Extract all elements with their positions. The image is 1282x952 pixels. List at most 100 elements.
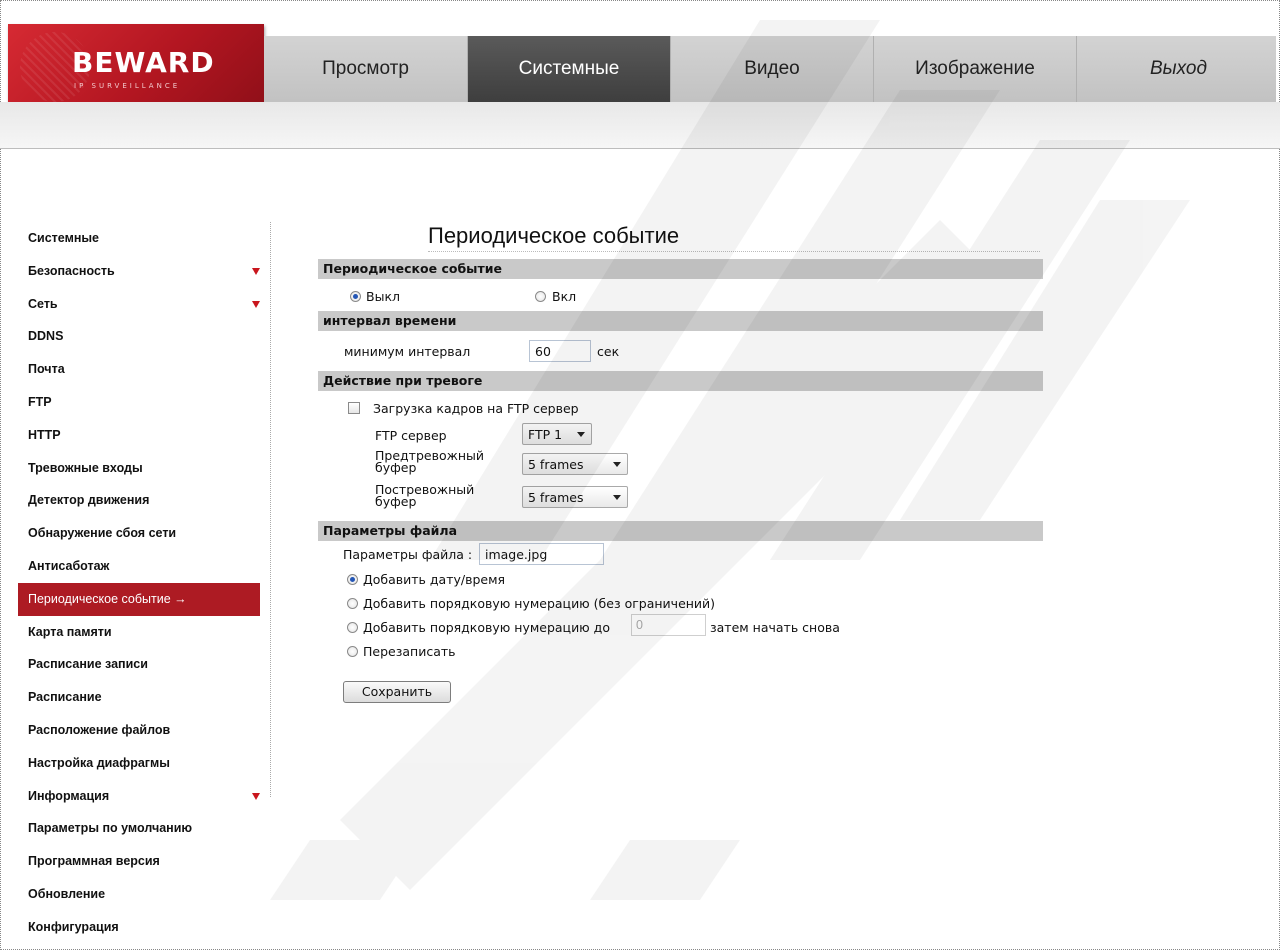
sidebar-item-label: Карта памяти bbox=[28, 624, 112, 639]
sidebar-item-label: Настройка диафрагмы bbox=[28, 755, 170, 770]
pre-buffer-select[interactable]: 5 frames bbox=[522, 453, 628, 475]
post-buffer-label-line-2: буфер bbox=[375, 494, 417, 509]
interval-label: минимум интервал bbox=[344, 344, 471, 359]
ftp-upload-checkbox[interactable] bbox=[348, 402, 360, 414]
sidebar-item-security[interactable]: Безопасность bbox=[18, 255, 270, 288]
radio-overwrite[interactable] bbox=[347, 646, 358, 657]
radio-seq-unlimited-label: Добавить порядковую нумерацию (без огран… bbox=[363, 596, 716, 611]
chevron-down-icon bbox=[613, 495, 621, 500]
sidebar-item-memory-card[interactable]: Карта памяти bbox=[18, 616, 270, 649]
sidebar-item-label: HTTP bbox=[28, 427, 61, 442]
radio-seq-until-label: Добавить порядковую нумерацию до bbox=[363, 620, 610, 635]
sidebar-item-label: Тревожные входы bbox=[28, 460, 143, 475]
post-buffer-select[interactable]: 5 frames bbox=[522, 486, 628, 508]
sidebar-item-label: Информация bbox=[28, 788, 110, 803]
section-header-periodic: Периодическое событие bbox=[318, 259, 1043, 279]
sidebar-divider bbox=[270, 222, 271, 797]
title-divider bbox=[428, 251, 1040, 252]
tab-video[interactable]: Видео bbox=[671, 36, 874, 102]
post-buffer-label: Постревожный буфер bbox=[375, 483, 474, 509]
radio-add-datetime[interactable] bbox=[347, 574, 358, 585]
sidebar-item-label: Системные bbox=[28, 231, 99, 245]
page-title: Периодическое событие bbox=[428, 223, 680, 248]
sidebar-item-label: Обнаружение сбоя сети bbox=[28, 526, 177, 541]
tab-logout[interactable]: Выход bbox=[1077, 36, 1280, 102]
sidebar-item-label: Безопасность bbox=[28, 263, 115, 278]
header-band bbox=[0, 102, 1280, 149]
sidebar-item-network[interactable]: Сеть bbox=[18, 288, 270, 321]
sidebar-item-record-schedule[interactable]: Расписание записи bbox=[18, 648, 270, 681]
pre-buffer-value: 5 frames bbox=[528, 457, 584, 472]
sidebar-item-alarm-inputs[interactable]: Тревожные входы bbox=[18, 452, 270, 485]
ftp-upload-label: Загрузка кадров на FTP сервер bbox=[373, 401, 579, 416]
ftp-server-label: FTP сервер bbox=[375, 428, 447, 443]
pre-buffer-label-line-2: буфер bbox=[375, 460, 417, 475]
top-navigation: Просмотр Системные Видео Изображение Вых… bbox=[264, 36, 1276, 102]
sidebar-item-label: Расположение файлов bbox=[28, 722, 171, 737]
sidebar-item-label: Обновление bbox=[28, 886, 106, 901]
sidebar-item-label: Периодическое событие → bbox=[28, 591, 187, 606]
sidebar-item-label: Конфигурация bbox=[28, 919, 119, 934]
seq-until-input[interactable] bbox=[631, 614, 706, 636]
tab-view[interactable]: Просмотр bbox=[264, 36, 468, 102]
pre-buffer-label: Предтревожный буфер bbox=[375, 449, 484, 475]
sidebar-item-update[interactable]: Обновление bbox=[18, 878, 270, 911]
radio-seq-unlimited[interactable] bbox=[347, 598, 358, 609]
sidebar-item-label: Сеть bbox=[28, 296, 58, 311]
radio-overwrite-label: Перезаписать bbox=[363, 644, 456, 659]
radio-on-label: Вкл bbox=[552, 289, 577, 304]
section-header-file: Параметры файла bbox=[318, 521, 1043, 541]
sidebar-item-label: Программная версия bbox=[28, 854, 160, 869]
sidebar-item-periodic-event[interactable]: Периодическое событие → bbox=[18, 582, 260, 616]
file-name-label: Параметры файла : bbox=[343, 547, 473, 562]
file-name-input[interactable] bbox=[479, 543, 604, 565]
sidebar-item-file-location[interactable]: Расположение файлов bbox=[18, 714, 270, 747]
sidebar-item-defaults[interactable]: Параметры по умолчанию bbox=[18, 812, 270, 845]
sidebar-item-firmware-version[interactable]: Программная версия bbox=[18, 845, 270, 878]
tab-image[interactable]: Изображение bbox=[874, 36, 1077, 102]
interval-unit: сек bbox=[597, 344, 620, 359]
sidebar-item-label: Расписание bbox=[28, 690, 102, 705]
sidebar-item-label: Антисаботаж bbox=[28, 558, 110, 573]
brand-logo: BEWARD IP SURVEILLANCE bbox=[8, 24, 264, 113]
chevron-down-icon bbox=[613, 462, 621, 467]
sidebar-item-antisabotage[interactable]: Антисаботаж bbox=[18, 550, 270, 583]
sidebar-item-mail[interactable]: Почта bbox=[18, 353, 270, 386]
sidebar-item-network-failure[interactable]: Обнаружение сбоя сети bbox=[18, 517, 270, 550]
save-button[interactable]: Сохранить bbox=[343, 681, 451, 703]
sidebar-item-iris[interactable]: Настройка диафрагмы bbox=[18, 747, 270, 780]
radio-off[interactable] bbox=[350, 291, 361, 302]
sidebar-item-label: DDNS bbox=[28, 329, 64, 344]
post-buffer-value: 5 frames bbox=[528, 490, 584, 505]
section-header-action: Действие при тревоге bbox=[318, 371, 1043, 391]
chevron-down-icon bbox=[577, 432, 585, 437]
sidebar-item-ftp[interactable]: FTP bbox=[18, 386, 270, 419]
sidebar-item-system[interactable]: Системные bbox=[18, 222, 270, 255]
sidebar-item-schedule[interactable]: Расписание bbox=[18, 681, 270, 714]
logo-text: BEWARD bbox=[72, 46, 215, 79]
radio-on[interactable] bbox=[535, 291, 546, 302]
sidebar-item-configuration[interactable]: Конфигурация bbox=[18, 911, 270, 944]
radio-add-datetime-label: Добавить дату/время bbox=[363, 572, 506, 587]
sidebar: Системные Безопасность Сеть DDNS Почта F… bbox=[18, 222, 271, 944]
sidebar-item-label: Детектор движения bbox=[28, 493, 150, 508]
sidebar-item-ddns[interactable]: DDNS bbox=[18, 320, 270, 353]
logo-tagline: IP SURVEILLANCE bbox=[74, 82, 181, 90]
ftp-server-value: FTP 1 bbox=[528, 427, 563, 442]
radio-seq-until[interactable] bbox=[347, 622, 358, 633]
sidebar-item-label: Расписание записи bbox=[28, 657, 148, 672]
section-header-interval: интервал времени bbox=[318, 311, 1043, 331]
seq-until-suffix: затем начать снова bbox=[710, 620, 840, 635]
ftp-server-select[interactable]: FTP 1 bbox=[522, 423, 592, 445]
sidebar-item-http[interactable]: HTTP bbox=[18, 419, 270, 452]
sidebar-item-information[interactable]: Информация bbox=[18, 780, 270, 813]
tab-system[interactable]: Системные bbox=[468, 36, 671, 102]
sidebar-item-motion-detector[interactable]: Детектор движения bbox=[18, 484, 270, 517]
expand-arrow-icon[interactable] bbox=[252, 267, 260, 275]
sidebar-item-label: Почта bbox=[28, 362, 65, 377]
expand-arrow-icon[interactable] bbox=[252, 300, 260, 308]
interval-input[interactable] bbox=[529, 340, 591, 362]
sidebar-item-label: Параметры по умолчанию bbox=[28, 821, 193, 836]
radio-off-label: Выкл bbox=[366, 289, 400, 304]
expand-arrow-icon[interactable] bbox=[252, 792, 260, 800]
